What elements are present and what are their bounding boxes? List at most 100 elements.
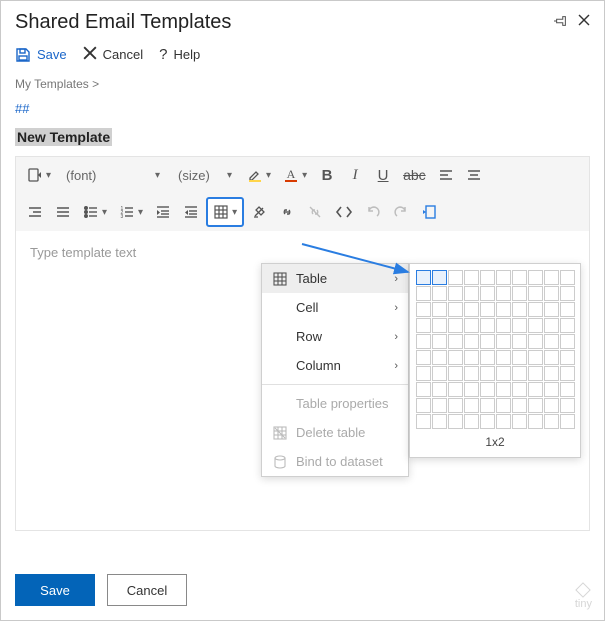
grid-cell[interactable] [464,398,479,413]
grid-cell[interactable] [512,350,527,365]
menu-item-column[interactable]: Column › [262,351,408,380]
grid-cell[interactable] [464,350,479,365]
grid-cell[interactable] [416,270,431,285]
grid-cell[interactable] [528,350,543,365]
grid-cell[interactable] [496,302,511,317]
save-action[interactable]: Save [15,47,67,63]
grid-cell[interactable] [560,318,575,333]
grid-cell[interactable] [480,414,495,429]
bullet-list-button[interactable]: ▾ [78,198,112,226]
grid-cell[interactable] [464,414,479,429]
grid-cell[interactable] [432,414,447,429]
grid-cell[interactable] [448,286,463,301]
help-action[interactable]: ? Help [159,46,200,63]
remove-link-button[interactable] [302,198,328,226]
grid-cell[interactable] [496,318,511,333]
footer-cancel-button[interactable]: Cancel [107,574,187,606]
grid-cell[interactable] [496,286,511,301]
grid-cell[interactable] [496,270,511,285]
grid-cell[interactable] [416,366,431,381]
indent-decrease-button[interactable] [178,198,204,226]
grid-cell[interactable] [528,398,543,413]
align-right-button[interactable] [22,198,48,226]
grid-cell[interactable] [432,318,447,333]
insert-link-button[interactable] [274,198,300,226]
grid-cell[interactable] [528,286,543,301]
grid-cell[interactable] [528,382,543,397]
cancel-action[interactable]: Cancel [83,46,143,63]
grid-cell[interactable] [544,270,559,285]
grid-cell[interactable] [512,302,527,317]
grid-cell[interactable] [464,286,479,301]
menu-item-table[interactable]: Table › [262,264,408,293]
grid-cell[interactable] [544,318,559,333]
grid-cell[interactable] [512,414,527,429]
bold-button[interactable]: B [314,161,340,189]
code-view-button[interactable] [330,198,358,226]
grid-cell[interactable] [464,270,479,285]
grid-cell[interactable] [480,366,495,381]
grid-cell[interactable] [560,270,575,285]
grid-cell[interactable] [496,366,511,381]
font-color-button[interactable]: A ▾ [278,161,312,189]
grid-cell[interactable] [432,334,447,349]
menu-item-cell[interactable]: Cell › [262,293,408,322]
grid-cell[interactable] [432,350,447,365]
grid-cell[interactable] [544,382,559,397]
grid-cell[interactable] [512,334,527,349]
font-size-select[interactable]: (size) ▾ [170,161,240,189]
strikethrough-button[interactable]: abc [398,161,431,189]
grid-cell[interactable] [544,398,559,413]
grid-cell[interactable] [464,334,479,349]
close-icon[interactable] [578,14,590,31]
grid-cell[interactable] [432,302,447,317]
grid-cell[interactable] [480,382,495,397]
grid-cell[interactable] [560,334,575,349]
grid-cell[interactable] [528,270,543,285]
grid-cell[interactable] [496,334,511,349]
grid-cell[interactable] [416,382,431,397]
grid-cell[interactable] [544,286,559,301]
grid-cell[interactable] [432,286,447,301]
grid-cell[interactable] [496,350,511,365]
grid-cell[interactable] [560,414,575,429]
highlight-color-button[interactable]: ▾ [242,161,276,189]
grid-picker-cells[interactable] [416,270,574,429]
grid-cell[interactable] [560,382,575,397]
grid-cell[interactable] [448,302,463,317]
clear-formatting-button[interactable] [246,198,272,226]
grid-cell[interactable] [416,414,431,429]
grid-cell[interactable] [528,366,543,381]
numbered-list-button[interactable]: 1 2 3 ▾ [114,198,148,226]
grid-cell[interactable] [448,350,463,365]
indent-increase-button[interactable] [150,198,176,226]
grid-cell[interactable] [432,398,447,413]
font-family-select[interactable]: (font) ▾ [58,161,168,189]
align-justify-button[interactable] [50,198,76,226]
grid-cell[interactable] [528,334,543,349]
grid-cell[interactable] [416,318,431,333]
undo-button[interactable] [360,198,386,226]
grid-cell[interactable] [544,414,559,429]
grid-cell[interactable] [416,334,431,349]
table-grid-picker[interactable]: 1x2 [409,263,581,458]
grid-cell[interactable] [512,318,527,333]
grid-cell[interactable] [560,366,575,381]
grid-cell[interactable] [480,398,495,413]
grid-cell[interactable] [560,398,575,413]
grid-cell[interactable] [432,270,447,285]
grid-cell[interactable] [528,302,543,317]
grid-cell[interactable] [416,302,431,317]
grid-cell[interactable] [496,382,511,397]
grid-cell[interactable] [544,350,559,365]
grid-cell[interactable] [512,286,527,301]
grid-cell[interactable] [480,318,495,333]
table-button[interactable]: ▾ [206,197,244,227]
grid-cell[interactable] [464,382,479,397]
grid-cell[interactable] [512,398,527,413]
grid-cell[interactable] [544,334,559,349]
underline-button[interactable]: U [370,161,396,189]
footer-save-button[interactable]: Save [15,574,95,606]
grid-cell[interactable] [528,414,543,429]
grid-cell[interactable] [448,334,463,349]
